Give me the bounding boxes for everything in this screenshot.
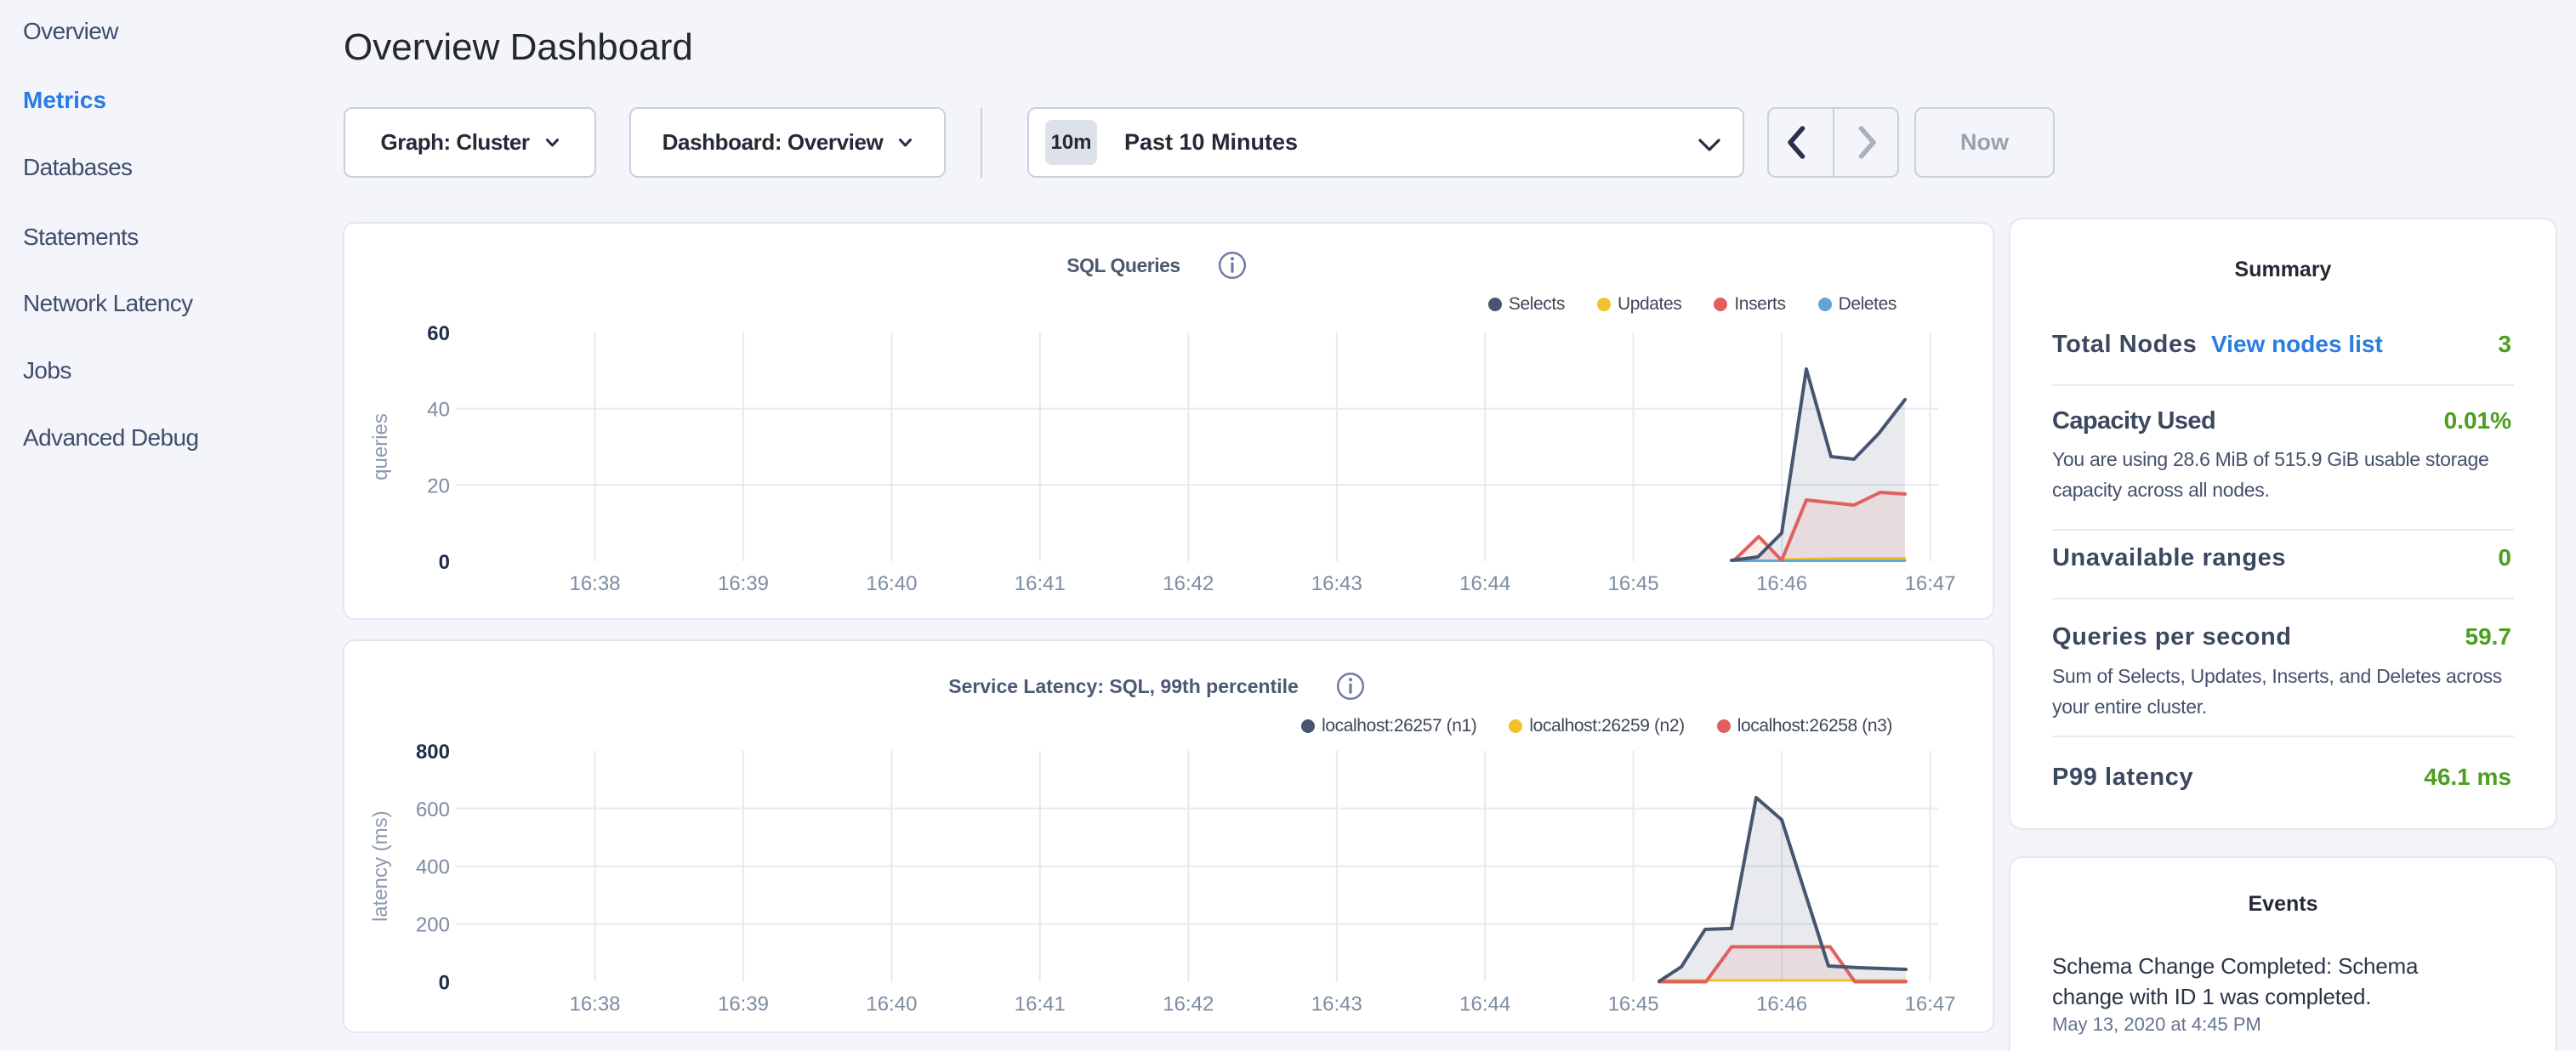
svg-text:16:41: 16:41 [1015,993,1066,1016]
svg-text:16:47: 16:47 [1905,993,1956,1016]
svg-text:16:40: 16:40 [866,993,917,1016]
svg-text:latency (ms): latency (ms) [369,810,392,922]
svg-text:600: 600 [416,798,450,821]
svg-text:16:40: 16:40 [866,572,917,595]
svg-text:16:46: 16:46 [1756,572,1807,595]
svg-text:16:41: 16:41 [1015,572,1066,595]
svg-text:0: 0 [439,551,450,574]
svg-text:queries: queries [369,413,392,480]
svg-text:0: 0 [439,972,450,995]
svg-text:16:43: 16:43 [1311,993,1362,1016]
svg-text:16:42: 16:42 [1163,572,1214,595]
svg-text:16:42: 16:42 [1163,993,1214,1016]
svg-text:20: 20 [427,474,450,497]
svg-text:16:45: 16:45 [1608,572,1659,595]
svg-text:16:39: 16:39 [718,572,769,595]
svg-text:16:46: 16:46 [1756,993,1807,1016]
svg-text:16:39: 16:39 [718,993,769,1016]
svg-text:800: 800 [416,741,450,764]
svg-text:16:44: 16:44 [1459,993,1510,1016]
svg-text:16:45: 16:45 [1608,993,1659,1016]
svg-text:60: 60 [427,322,450,345]
svg-text:40: 40 [427,399,450,422]
svg-text:16:43: 16:43 [1311,572,1362,595]
svg-text:16:47: 16:47 [1905,572,1956,595]
svg-text:16:38: 16:38 [569,572,620,595]
svg-text:400: 400 [416,856,450,879]
svg-text:16:38: 16:38 [569,993,620,1016]
svg-text:200: 200 [416,914,450,937]
svg-text:16:44: 16:44 [1459,572,1510,595]
